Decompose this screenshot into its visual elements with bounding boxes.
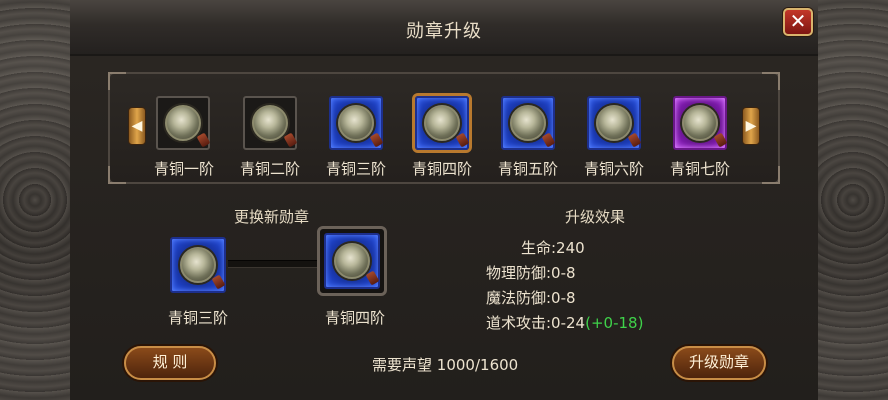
medal-tier-6[interactable] bbox=[587, 96, 641, 150]
medal-icon bbox=[338, 105, 374, 141]
effects-heading: 升级效果 bbox=[565, 208, 626, 226]
medal-icon bbox=[510, 105, 546, 141]
stat-life: 生命:240 bbox=[521, 239, 585, 257]
rules-button[interactable]: 规 则 bbox=[124, 346, 216, 380]
medal-link-bar bbox=[228, 260, 318, 268]
medal-label: 青铜三阶 bbox=[325, 160, 386, 178]
replace-heading: 更换新勋章 bbox=[234, 208, 310, 226]
medal-tier-3[interactable] bbox=[329, 96, 383, 150]
left-stone-pillar bbox=[0, 0, 70, 400]
stat-taoist-attack-bonus: (+0-18) bbox=[585, 314, 644, 332]
medal-label: 青铜七阶 bbox=[669, 160, 730, 178]
strip-corner bbox=[108, 72, 126, 90]
medal-tier-4-selected[interactable] bbox=[415, 96, 469, 150]
stat-physical-defense: 物理防御:0-8 bbox=[486, 264, 576, 282]
stat-taoist-attack-value: 道术攻击:0-24 bbox=[486, 314, 586, 332]
medal-tier-7[interactable] bbox=[673, 96, 727, 150]
medal-tier-1[interactable] bbox=[156, 96, 210, 150]
medal-label: 青铜四阶 bbox=[411, 160, 472, 178]
medal-icon bbox=[165, 105, 201, 141]
medal-icon bbox=[596, 105, 632, 141]
medal-label: 青铜二阶 bbox=[239, 160, 300, 178]
title-bar: 勋章升级 bbox=[70, 0, 818, 56]
medal-icon bbox=[180, 247, 216, 283]
strip-corner bbox=[762, 72, 780, 90]
medal-icon bbox=[424, 105, 460, 141]
medal-icon bbox=[682, 105, 718, 141]
current-medal-slot[interactable] bbox=[170, 237, 226, 293]
stat-taoist-attack: 道术攻击:0-24(+0-18) bbox=[486, 312, 643, 333]
strip-corner bbox=[108, 166, 126, 184]
next-medal-label: 青铜四阶 bbox=[324, 309, 385, 327]
cost-label: 需要声望 bbox=[372, 356, 433, 374]
cost-value: 1000/1600 bbox=[436, 356, 519, 374]
medal-icon bbox=[252, 105, 288, 141]
medal-label: 青铜六阶 bbox=[583, 160, 644, 178]
next-medal-slot[interactable] bbox=[317, 226, 387, 296]
current-medal-label: 青铜三阶 bbox=[167, 309, 228, 327]
next-medal-frame bbox=[324, 233, 380, 289]
strip-corner bbox=[762, 166, 780, 184]
close-button[interactable]: ✕ bbox=[783, 8, 813, 36]
right-stone-pillar bbox=[818, 0, 888, 400]
medal-tier-2[interactable] bbox=[243, 96, 297, 150]
upgrade-medal-button[interactable]: 升级勋章 bbox=[672, 346, 766, 380]
medal-icon bbox=[334, 243, 370, 279]
medal-label: 青铜五阶 bbox=[497, 160, 558, 178]
stat-magic-defense: 魔法防御:0-8 bbox=[486, 289, 576, 307]
reputation-cost: 需要声望 1000/1600 bbox=[372, 354, 518, 375]
next-arrow-button[interactable]: ▶ bbox=[742, 107, 760, 145]
window-title: 勋章升级 bbox=[406, 21, 482, 42]
medal-label: 青铜一阶 bbox=[153, 160, 214, 178]
medal-tier-5[interactable] bbox=[501, 96, 555, 150]
prev-arrow-button[interactable]: ◀ bbox=[128, 107, 146, 145]
